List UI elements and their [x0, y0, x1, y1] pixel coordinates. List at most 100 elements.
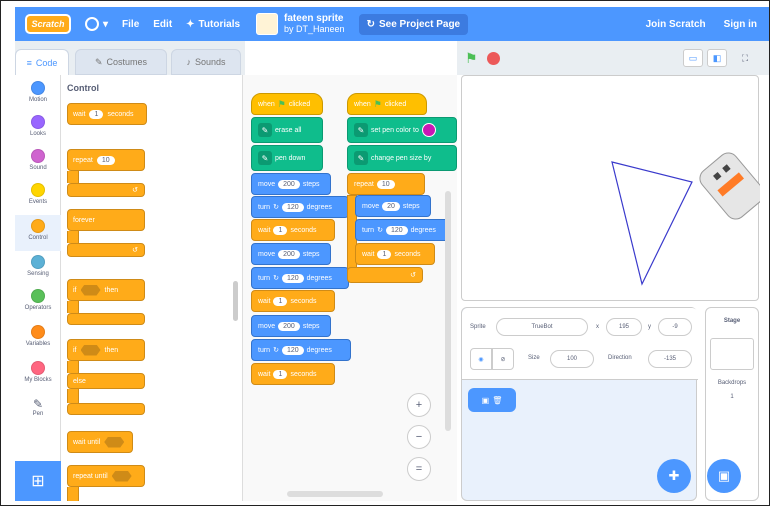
degrees-input[interactable]: 120 — [281, 273, 304, 283]
script-vertical-scrollbar[interactable] — [445, 191, 451, 431]
set-pen-color-block[interactable]: ✎ set pen color to — [347, 117, 457, 143]
direction-input[interactable]: -135 — [648, 350, 692, 368]
green-flag-icon[interactable]: ⚑ — [465, 50, 478, 67]
stop-icon[interactable] — [487, 52, 500, 65]
category-menu: Motion Looks Sound Events Control Sensin… — [15, 75, 61, 501]
stage-canvas[interactable] — [461, 75, 765, 301]
wait-seconds-block[interactable]: wait 1 seconds — [251, 290, 335, 312]
show-sprite-eye-icon[interactable]: ◉ — [470, 348, 492, 370]
move-steps-block[interactable]: move 200 steps — [251, 173, 331, 195]
tab-sounds[interactable]: ♪ Sounds — [171, 49, 241, 75]
category-motion[interactable]: Motion — [15, 81, 61, 103]
file-menu[interactable]: File — [122, 19, 139, 30]
tab-code[interactable]: ≡ Code — [15, 49, 69, 75]
loop-arrow-icon: ↺ — [132, 247, 138, 254]
repeat-input[interactable]: 10 — [376, 179, 395, 189]
category-pen[interactable]: ✎ Pen — [15, 397, 61, 417]
category-looks[interactable]: Looks — [15, 115, 61, 137]
language-menu[interactable]: ▾ — [85, 17, 108, 31]
tab-costumes[interactable]: ✎ Costumes — [75, 49, 167, 75]
choose-sprite-button[interactable]: ✚ — [657, 459, 691, 493]
category-operators[interactable]: Operators — [15, 289, 61, 311]
wait-seconds-block[interactable]: wait 1 seconds — [355, 243, 435, 265]
wait-seconds-block[interactable]: wait 1 seconds — [251, 363, 335, 385]
steps-input[interactable]: 200 — [278, 321, 300, 331]
palette-if-else-block[interactable]: if then — [67, 339, 145, 361]
backdrops-count: 1 — [730, 394, 734, 400]
x-label: x — [596, 324, 599, 330]
add-extension-button[interactable]: ⊞ — [15, 461, 61, 501]
palette-repeat-until-block[interactable]: repeat until — [67, 465, 145, 487]
move-steps-block[interactable]: move 200 steps — [251, 315, 331, 337]
pen-down-block[interactable]: ✎ pen down — [251, 145, 323, 171]
y-input[interactable]: -9 — [658, 318, 692, 336]
turn-degrees-block[interactable]: turn ↻ 120 degrees — [355, 219, 451, 241]
category-events[interactable]: Events — [15, 183, 61, 205]
script-horizontal-scrollbar[interactable] — [287, 491, 383, 497]
turn-degrees-block[interactable]: turn ↻ 120 degrees — [251, 267, 349, 289]
trash-icon[interactable]: 🗑 — [492, 396, 502, 405]
steps-input[interactable]: 20 — [382, 201, 400, 211]
sprite-thumbnail-truebot[interactable]: ▣ 🗑 — [468, 388, 516, 412]
scratch-logo[interactable]: Scratch — [25, 14, 71, 34]
change-pen-size-block[interactable]: ✎ change pen size by — [347, 145, 457, 171]
speaker-icon: ♪ — [186, 57, 191, 67]
category-sensing[interactable]: Sensing — [15, 255, 61, 277]
small-stage-icon[interactable]: ▭ — [683, 49, 703, 67]
seconds-input[interactable]: 1 — [273, 296, 288, 306]
category-control[interactable]: Control — [15, 215, 61, 251]
steps-input[interactable]: 200 — [278, 179, 300, 189]
sign-in-link[interactable]: Sign in — [724, 19, 757, 30]
seconds-input[interactable]: 1 — [273, 369, 288, 379]
degrees-input[interactable]: 120 — [385, 225, 408, 235]
palette-forever-block[interactable]: forever — [67, 209, 145, 231]
wait-input[interactable]: 1 — [89, 109, 104, 119]
seconds-input[interactable]: 1 — [273, 225, 288, 235]
turn-degrees-block[interactable]: turn ↻ 120 degrees — [251, 339, 351, 361]
image-icon: ▣ — [717, 468, 731, 483]
palette-scrollbar[interactable] — [233, 281, 238, 321]
fullscreen-icon[interactable]: ⛶ — [735, 49, 755, 67]
turn-degrees-block[interactable]: turn ↻ 120 degrees — [251, 196, 349, 218]
large-stage-icon[interactable]: ◧ — [707, 49, 727, 67]
zoom-in-button[interactable]: + — [407, 393, 431, 417]
truebot-sprite[interactable] — [696, 149, 765, 223]
color-swatch[interactable] — [421, 123, 436, 137]
x-input[interactable]: 195 — [606, 318, 642, 336]
when-flag-clicked-hat[interactable]: when ⚑ clicked — [347, 93, 427, 115]
category-sound[interactable]: Sound — [15, 149, 61, 171]
project-title[interactable]: fateen sprite — [284, 13, 345, 24]
palette-repeat-block[interactable]: repeat 10 — [67, 149, 145, 171]
seconds-input[interactable]: 1 — [377, 249, 392, 259]
size-input[interactable]: 100 — [550, 350, 594, 368]
sprite-name-input[interactable]: TrueBot — [496, 318, 588, 336]
steps-input[interactable]: 200 — [278, 249, 300, 259]
palette-if-block[interactable]: if then — [67, 279, 145, 301]
project-title-area[interactable]: fateen sprite by DT_Haneen — [284, 13, 345, 35]
repeat-block[interactable]: repeat 10 — [347, 173, 425, 195]
move-steps-block[interactable]: move 20 steps — [355, 195, 431, 217]
block-text: if — [73, 286, 77, 294]
category-variables[interactable]: Variables — [15, 325, 61, 347]
choose-backdrop-button[interactable]: ▣ — [707, 459, 741, 493]
degrees-input[interactable]: 120 — [281, 345, 304, 355]
see-project-page-button[interactable]: ↻ See Project Page — [358, 13, 469, 35]
repeat-input[interactable]: 10 — [96, 155, 115, 165]
join-scratch-link[interactable]: Join Scratch — [646, 19, 706, 30]
zoom-out-button[interactable]: − — [407, 425, 431, 449]
move-steps-block[interactable]: move 200 steps — [251, 243, 331, 265]
repeat-foot: ↺ — [347, 267, 423, 283]
when-flag-clicked-hat[interactable]: when ⚑ clicked — [251, 93, 323, 115]
tutorials-button[interactable]: ✦ Tutorials — [186, 19, 240, 30]
erase-all-block[interactable]: ✎ erase all — [251, 117, 323, 143]
project-author: by DT_Haneen — [284, 24, 345, 34]
tab-costumes-label: Costumes — [106, 57, 148, 67]
zoom-reset-button[interactable]: = — [407, 457, 431, 481]
hide-sprite-icon[interactable]: ⊘ — [492, 348, 514, 370]
palette-wait-block[interactable]: wait 1 seconds — [67, 103, 147, 125]
category-my-blocks[interactable]: My Blocks — [15, 361, 61, 383]
palette-wait-until-block[interactable]: wait until — [67, 431, 133, 453]
edit-menu[interactable]: Edit — [153, 19, 172, 30]
degrees-input[interactable]: 120 — [281, 202, 304, 212]
wait-seconds-block[interactable]: wait 1 seconds — [251, 219, 335, 241]
